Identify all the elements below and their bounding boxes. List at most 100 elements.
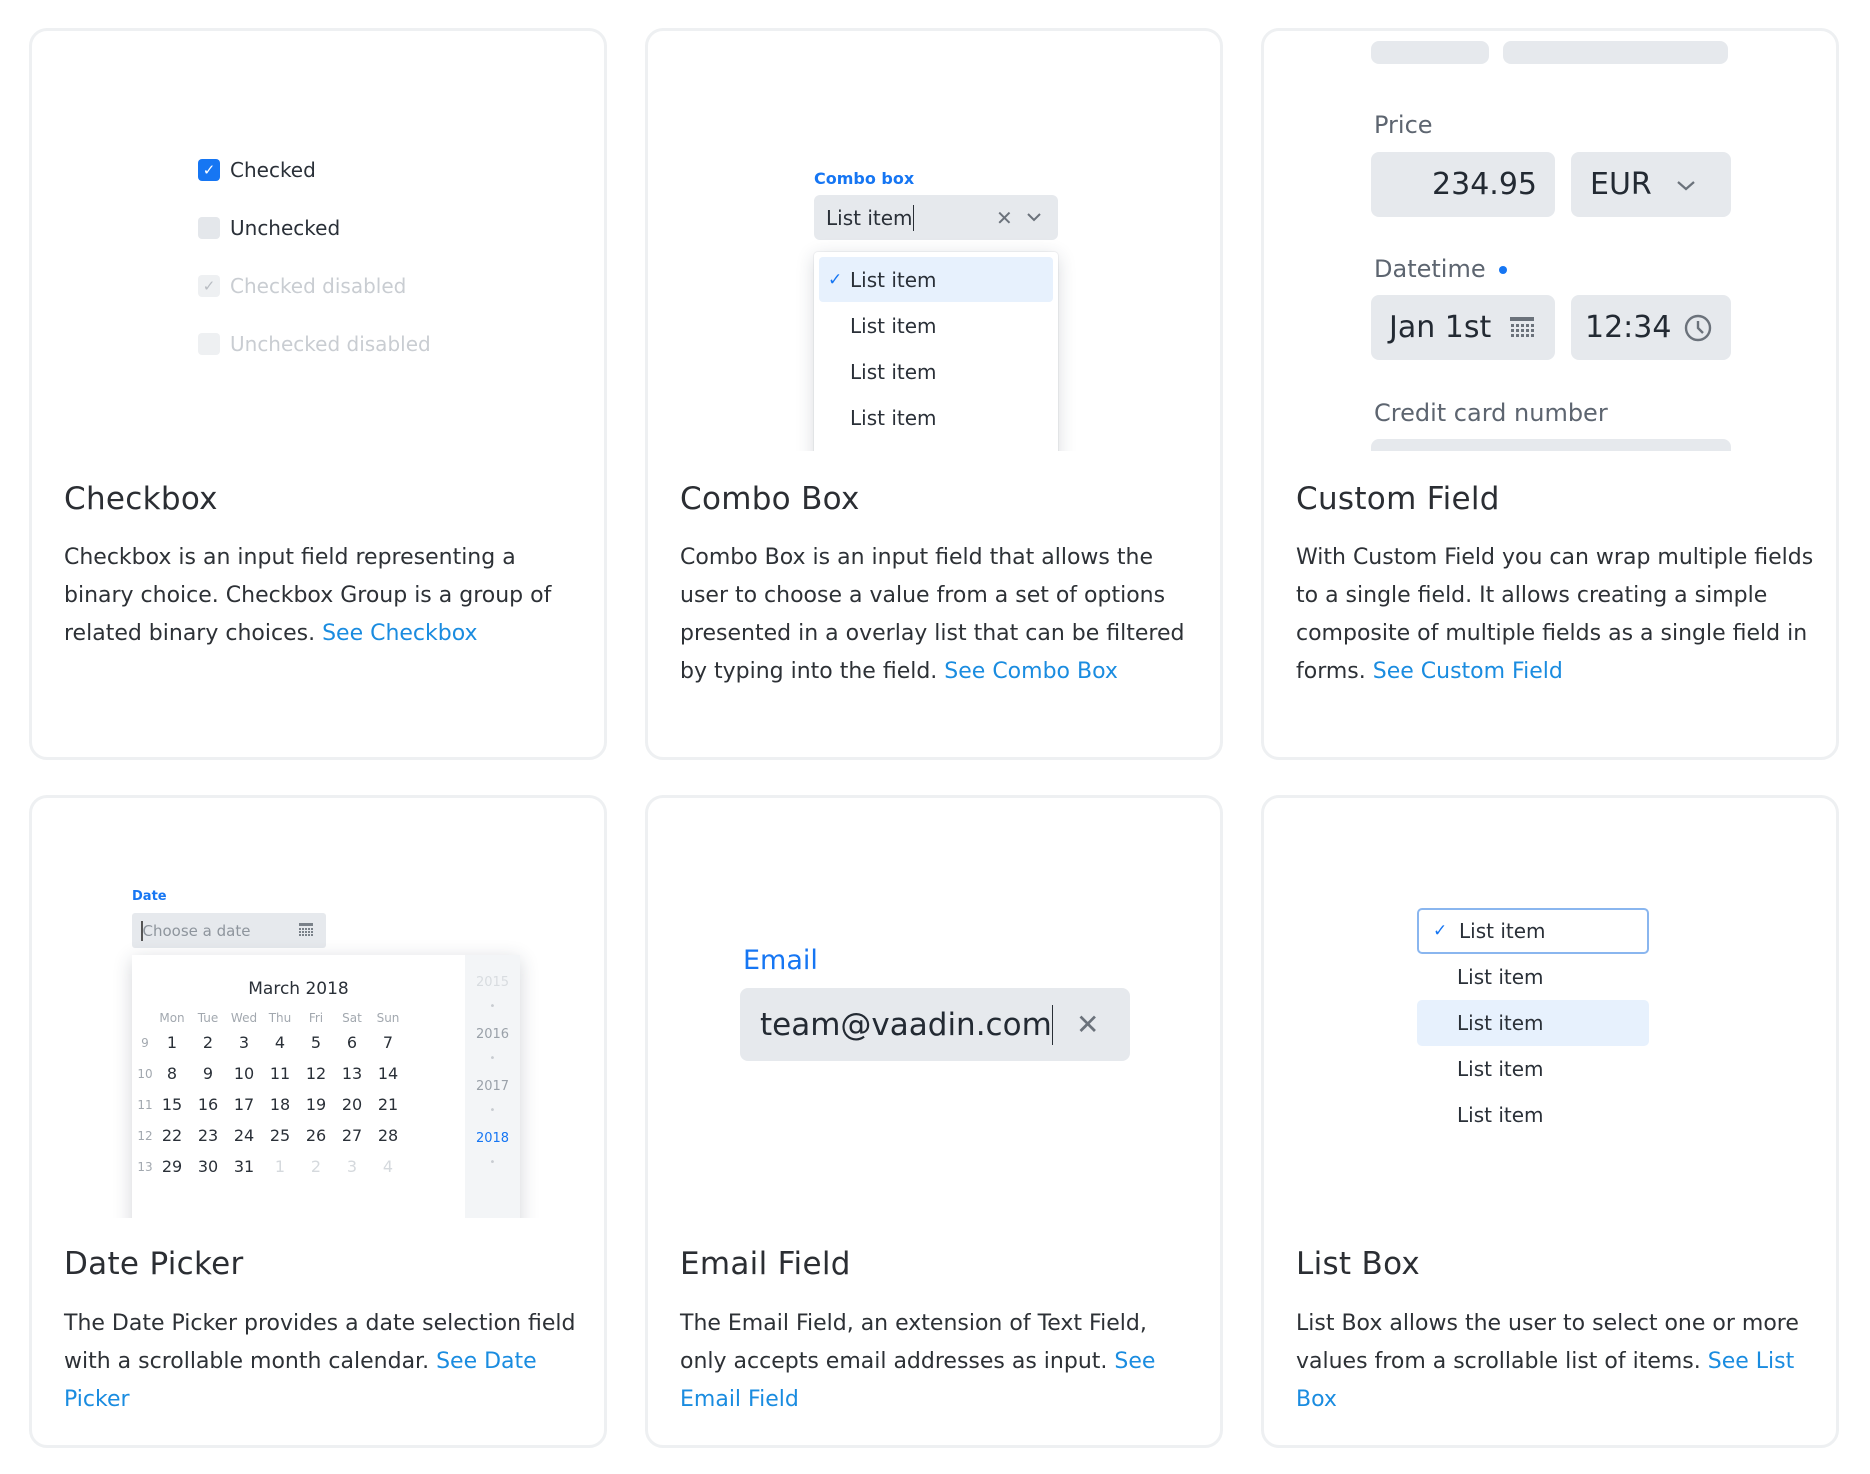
text-caret: [1051, 1004, 1054, 1045]
combo-box-input[interactable]: List item ✕: [814, 195, 1058, 240]
calendar-day[interactable]: 26: [298, 1126, 334, 1145]
weekday-header: Tue: [197, 1011, 219, 1025]
list-box-item[interactable]: List item: [1417, 1092, 1649, 1138]
calendar-day[interactable]: 12: [298, 1064, 334, 1083]
calendar-day[interactable]: 20: [334, 1095, 370, 1114]
see-checkbox-link[interactable]: See Checkbox: [322, 621, 477, 646]
weekday-header: Sat: [342, 1011, 362, 1025]
combo-box-option[interactable]: List item: [819, 395, 1053, 440]
calendar-day[interactable]: 30: [190, 1157, 226, 1176]
card-custom-field: Price 234.95 EUR Datetime Jan 1st 12:34 …: [1261, 28, 1839, 760]
calendar-day[interactable]: 6: [334, 1033, 370, 1052]
calendar-day[interactable]: 24: [226, 1126, 262, 1145]
calendar-day[interactable]: 3: [334, 1157, 370, 1176]
checkbox-unchecked[interactable]: Unchecked: [198, 216, 340, 240]
see-custom-field-link[interactable]: See Custom Field: [1373, 659, 1563, 684]
checkbox-checked[interactable]: ✓ Checked: [198, 158, 316, 182]
year-item[interactable]: 2016: [465, 1027, 520, 1042]
calendar-day[interactable]: 27: [334, 1126, 370, 1145]
partial-field: [1371, 41, 1489, 64]
list-box-item[interactable]: ✓ List item: [1417, 908, 1649, 954]
calendar-day[interactable]: 18: [262, 1095, 298, 1114]
calendar-day[interactable]: 5: [298, 1033, 334, 1052]
year-item[interactable]: 2018: [465, 1131, 520, 1146]
required-indicator: [1499, 266, 1508, 274]
year-separator-dot: •: [489, 1157, 496, 1168]
combo-box-option[interactable]: List item: [819, 303, 1053, 348]
calendar-day[interactable]: 8: [154, 1064, 190, 1083]
calendar-day[interactable]: 15: [154, 1095, 190, 1114]
date-placeholder: Choose a date: [142, 921, 251, 940]
checkmark-icon: ✓: [828, 269, 843, 290]
checkbox-preview: ✓ Checked Unchecked ✓ Checked disabled U…: [32, 31, 604, 451]
calendar-day[interactable]: 2: [298, 1157, 334, 1176]
combo-box-option[interactable]: List item: [819, 349, 1053, 394]
combo-box-option[interactable]: ✓ List item: [819, 257, 1053, 302]
card-combo-box: Combo box List item ✕ ✓ List item List i…: [645, 28, 1223, 760]
price-value: 234.95: [1432, 167, 1537, 202]
see-combo-box-link[interactable]: See Combo Box: [944, 659, 1118, 684]
item-label: List item: [1459, 919, 1546, 943]
calendar-day[interactable]: 16: [190, 1095, 226, 1114]
email-input[interactable]: team@vaadin.com ✕: [740, 988, 1130, 1061]
calendar-day[interactable]: 10: [226, 1064, 262, 1083]
list-box-item[interactable]: List item: [1417, 954, 1649, 1000]
checkbox-checked-disabled: ✓ Checked disabled: [198, 274, 406, 298]
year-scroller[interactable]: 2015 • 2016 • 2017 • 2018 •: [465, 955, 520, 1218]
price-input[interactable]: 234.95: [1371, 152, 1555, 217]
combo-box-value: List item: [826, 205, 913, 230]
calendar-day[interactable]: 25: [262, 1126, 298, 1145]
text-caret: [912, 204, 915, 231]
calendar-day[interactable]: 22: [154, 1126, 190, 1145]
email-value: team@vaadin.com: [760, 1006, 1052, 1043]
calendar-day[interactable]: 13: [334, 1064, 370, 1083]
clock-icon[interactable]: [1683, 313, 1713, 343]
card-description: List Box allows the user to select one o…: [1296, 1305, 1816, 1419]
time-input[interactable]: 12:34: [1571, 295, 1731, 360]
calendar-day[interactable]: 1: [262, 1157, 298, 1176]
close-icon[interactable]: ✕: [1076, 1008, 1099, 1041]
calendar-day[interactable]: 23: [190, 1126, 226, 1145]
checkmark-icon: ✓: [198, 159, 220, 181]
calendar-day[interactable]: 21: [370, 1095, 406, 1114]
calendar-icon[interactable]: [298, 922, 314, 939]
calendar-day[interactable]: 2: [190, 1033, 226, 1052]
card-description: With Custom Field you can wrap multiple …: [1296, 539, 1816, 691]
year-item[interactable]: 2015: [465, 975, 520, 990]
calendar-day[interactable]: 3: [226, 1033, 262, 1052]
card-title: Custom Field: [1296, 481, 1500, 517]
card-title: List Box: [1296, 1246, 1421, 1282]
date-input[interactable]: Choose a date: [132, 913, 326, 948]
close-icon[interactable]: ✕: [996, 206, 1013, 230]
year-item[interactable]: 2017: [465, 1079, 520, 1094]
list-box-item[interactable]: List item: [1417, 1046, 1649, 1092]
calendar-day[interactable]: 4: [370, 1157, 406, 1176]
date-picker-preview: Date Choose a date March 2018 Mon Tue Wed T…: [32, 798, 604, 1218]
calendar-day[interactable]: 14: [370, 1064, 406, 1083]
weekday-header: Wed: [230, 1011, 258, 1025]
card-title: Date Picker: [64, 1246, 244, 1282]
card-list-box: ✓ List item List item List item List ite…: [1261, 795, 1839, 1448]
calendar-day[interactable]: 28: [370, 1126, 406, 1145]
time-value: 12:34: [1585, 310, 1672, 345]
card-checkbox: ✓ Checked Unchecked ✓ Checked disabled U…: [29, 28, 607, 760]
date-input[interactable]: Jan 1st: [1371, 295, 1555, 360]
credit-card-input[interactable]: [1371, 439, 1731, 451]
calendar-day[interactable]: 29: [154, 1157, 190, 1176]
calendar-day[interactable]: 19: [298, 1095, 334, 1114]
price-label: Price: [1374, 111, 1433, 139]
calendar-day[interactable]: 4: [262, 1033, 298, 1052]
chevron-down-icon[interactable]: [1026, 211, 1042, 223]
calendar-day[interactable]: 9: [190, 1064, 226, 1083]
currency-select[interactable]: EUR: [1571, 152, 1731, 217]
calendar-day[interactable]: 31: [226, 1157, 262, 1176]
calendar-day[interactable]: 1: [154, 1033, 190, 1052]
calendar-day[interactable]: 17: [226, 1095, 262, 1114]
week-number: 12: [137, 1129, 153, 1143]
list-box-item[interactable]: List item: [1417, 1000, 1649, 1046]
calendar-day[interactable]: 7: [370, 1033, 406, 1052]
calendar-icon[interactable]: [1508, 314, 1536, 342]
card-date-picker: Date Choose a date March 2018 Mon Tue Wed T…: [29, 795, 607, 1448]
description-text: Checkbox is an input field representing …: [64, 545, 552, 646]
calendar-day[interactable]: 11: [262, 1064, 298, 1083]
